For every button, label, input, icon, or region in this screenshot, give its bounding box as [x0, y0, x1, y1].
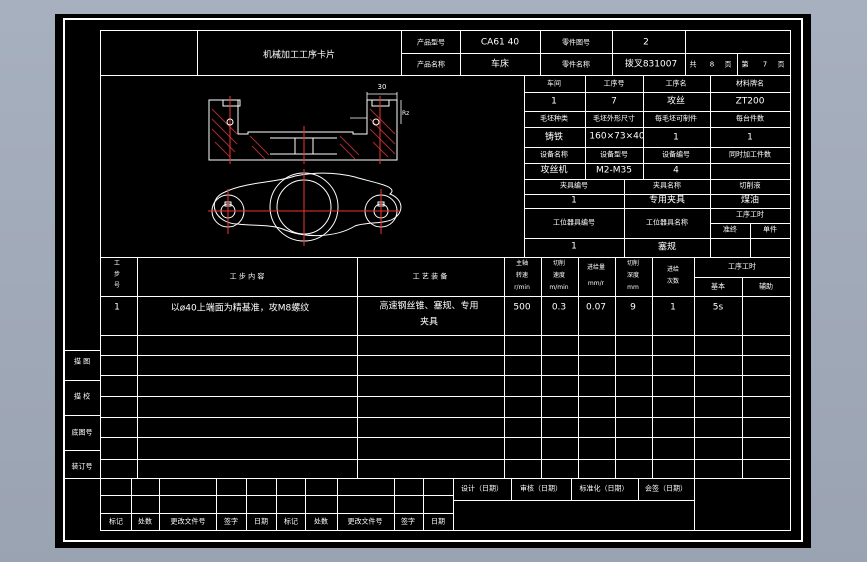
vl	[652, 257, 653, 478]
step-equipment-1: 高速钢丝锥、塞规、专用	[379, 301, 479, 312]
hl	[453, 500, 694, 501]
step-depth: 9	[630, 302, 636, 313]
hdr-depth-1: 切削	[626, 260, 640, 267]
hdr-passes-2: 次数	[666, 278, 680, 285]
footer-date-1: 日期	[254, 517, 268, 526]
hl	[101, 437, 790, 438]
vl	[305, 478, 306, 530]
hdr-spindle-2: 转速	[515, 272, 529, 279]
hdr-aux: 辅助	[759, 282, 773, 291]
hdr-spindle-1: 主轴	[515, 260, 529, 267]
vl	[578, 257, 579, 478]
hdr-depth-3: mm	[627, 284, 639, 291]
hl	[101, 296, 790, 297]
hl	[101, 355, 790, 356]
side-drawn: 描 图	[73, 357, 91, 366]
vl	[137, 257, 138, 478]
footer-signature-2: 签字	[401, 517, 415, 526]
vl	[694, 478, 695, 530]
vl	[276, 478, 277, 530]
footer-review: 审核（日期）	[520, 484, 562, 493]
hl	[101, 459, 790, 460]
hl	[101, 513, 453, 514]
hdr-step-no-2: 步	[113, 271, 121, 278]
hdr-step-time: 工序工时	[728, 262, 756, 271]
vl	[394, 478, 395, 530]
footer-design: 设计（日期）	[461, 484, 503, 493]
footer-signature-1: 签字	[224, 517, 238, 526]
hdr-feed-1: 进给量	[586, 264, 606, 271]
footer-mark-2: 标记	[284, 517, 298, 526]
footer-docno-2: 更改文件号	[347, 517, 383, 526]
hdr-speed-3: m/min	[549, 284, 569, 291]
dim-top: 30	[378, 83, 387, 91]
side-checked: 描 校	[73, 392, 91, 401]
hl	[101, 335, 790, 336]
vl	[246, 478, 247, 530]
hdr-speed-2: 速度	[552, 272, 566, 279]
hl	[63, 350, 101, 351]
step-feed: 0.07	[585, 302, 607, 313]
hl	[63, 450, 101, 451]
step-content: 以ø40上端面为精基准，攻M8螺纹	[170, 303, 310, 314]
hl	[101, 375, 790, 376]
hdr-spindle-3: r/min	[514, 284, 530, 291]
hl	[63, 478, 101, 479]
vl	[694, 257, 695, 478]
hdr-step-content: 工 步 内 容	[229, 272, 265, 281]
vl	[453, 478, 454, 530]
hdr-speed-1: 切削	[552, 260, 566, 267]
vl	[504, 257, 505, 478]
hdr-passes-1: 进给	[666, 266, 680, 273]
hdr-step-no-3: 号	[113, 282, 121, 289]
step-speed: 0.3	[551, 302, 567, 313]
vl	[571, 478, 572, 500]
vl	[511, 478, 512, 500]
hl	[101, 396, 790, 397]
drawing-sheet: 机械加工工序卡片 产品型号 CA61 40 零件图号 2 产品名称 车床 零件名…	[55, 14, 811, 548]
step-no: 1	[114, 302, 120, 313]
hdr-step-no: 工	[113, 260, 121, 267]
vl	[615, 257, 616, 478]
hdr-feed-2: mm/r	[587, 280, 605, 287]
footer-date-2: 日期	[431, 517, 445, 526]
hl	[101, 495, 453, 496]
hl	[63, 415, 101, 416]
footer-docno-1: 更改文件号	[170, 517, 206, 526]
footer-count-1: 处数	[138, 517, 152, 526]
hdr-depth-2: 深度	[626, 272, 640, 279]
step-passes: 1	[670, 302, 676, 313]
vl	[159, 478, 160, 530]
hdr-equipment: 工 艺 装 备	[412, 272, 448, 281]
hl	[63, 380, 101, 381]
hl	[101, 478, 790, 479]
hl	[101, 417, 790, 418]
side-base-no: 底图号	[71, 428, 93, 437]
vl	[541, 257, 542, 478]
step-basic: 5s	[712, 302, 724, 313]
hdr-basic: 基本	[711, 282, 725, 291]
step-equipment-2: 夹具	[419, 317, 439, 328]
step-spindle: 500	[513, 302, 531, 313]
footer-standard: 标准化（日期）	[579, 484, 629, 493]
vl	[337, 478, 338, 530]
footer-count-2: 处数	[314, 517, 328, 526]
footer-sign: 会签（日期）	[645, 484, 687, 493]
part-drawing: 30 Rz	[208, 83, 409, 246]
dim-side: Rz	[402, 110, 409, 117]
vl	[638, 478, 639, 500]
vl	[423, 478, 424, 530]
vl	[357, 257, 358, 478]
side-bind-no: 装订号	[71, 462, 93, 471]
vl	[131, 478, 132, 530]
footer-mark-1: 标记	[109, 517, 123, 526]
vl	[742, 277, 743, 478]
vl	[216, 478, 217, 530]
